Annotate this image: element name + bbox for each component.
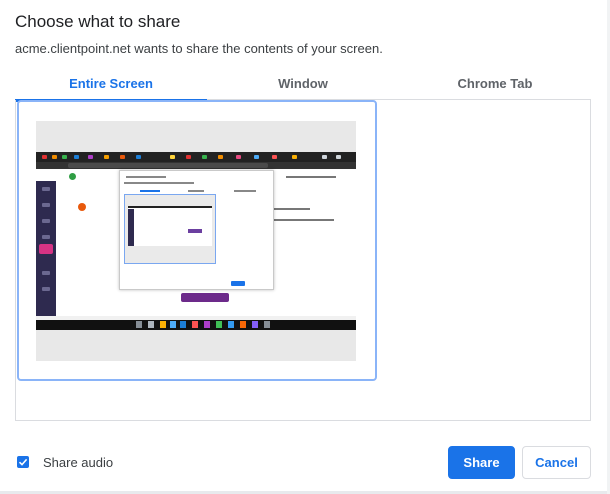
thumbnail-nested-share	[231, 281, 245, 286]
share-button[interactable]: Share	[448, 446, 515, 479]
share-audio-label: Share audio	[43, 455, 114, 470]
thumbnail-url-field	[68, 163, 268, 168]
tab-window[interactable]: Window	[207, 70, 399, 100]
thumbnail-browser-tabs	[36, 152, 356, 162]
source-tabs: Entire Screen Window Chrome Tab	[15, 70, 591, 102]
screen-thumbnail	[36, 121, 356, 361]
thumbnail-nested-button	[188, 229, 202, 233]
thumbnail-green-dot	[69, 173, 76, 180]
dialog-subtitle: acme.clientpoint.net wants to share the …	[15, 41, 383, 56]
tab-entire-screen[interactable]: Entire Screen	[15, 70, 207, 102]
thumbnail-text-line	[274, 219, 334, 221]
thumbnail-text-line	[286, 176, 336, 178]
share-audio-checkbox[interactable]	[17, 456, 29, 468]
cancel-button[interactable]: Cancel	[522, 446, 591, 479]
thumbnail-red-dot	[78, 203, 86, 211]
thumbnail-sidebar-active	[39, 244, 53, 254]
thumbnail-nested-sidebar	[128, 209, 134, 246]
checkmark-icon	[18, 458, 28, 466]
thumbnail-nested-app	[128, 208, 212, 246]
share-screen-dialog: Choose what to share acme.clientpoint.ne…	[0, 0, 610, 494]
dialog-title: Choose what to share	[15, 12, 181, 31]
tab-chrome-tab[interactable]: Chrome Tab	[399, 70, 591, 100]
thumbnail-purple-button	[181, 293, 229, 302]
thumbnail-text-line	[274, 208, 310, 210]
